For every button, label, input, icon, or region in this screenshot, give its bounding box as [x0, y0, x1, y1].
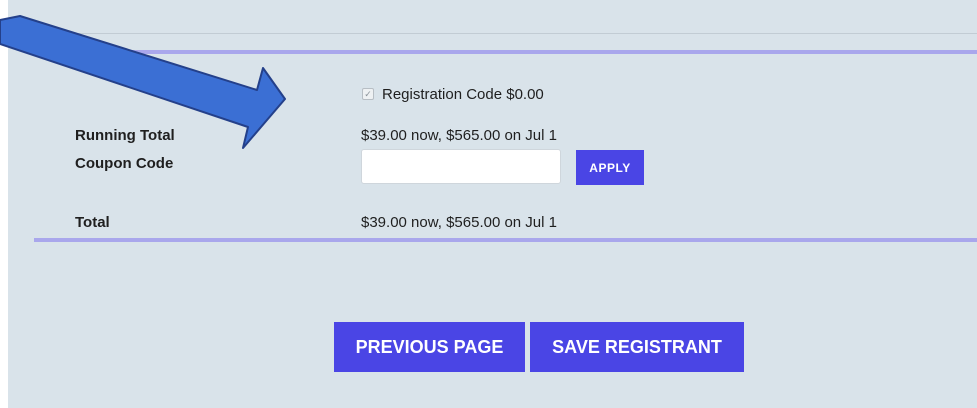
- total-label: Total: [75, 214, 110, 231]
- registration-code-checkbox[interactable]: ✓: [362, 88, 374, 100]
- section-divider-bottom: [34, 238, 977, 242]
- save-registrant-button[interactable]: SAVE REGISTRANT: [530, 322, 744, 372]
- previous-page-button[interactable]: PREVIOUS PAGE: [334, 322, 525, 372]
- registration-code-label: Registration Code $0.00: [382, 86, 544, 103]
- annotation-arrow-icon: [0, 15, 286, 149]
- coupon-code-input[interactable]: [361, 149, 561, 184]
- total-value: $39.00 now, $565.00 on Jul 1: [361, 214, 557, 231]
- running-total-value: $39.00 now, $565.00 on Jul 1: [361, 127, 557, 144]
- apply-coupon-button[interactable]: APPLY: [576, 150, 644, 185]
